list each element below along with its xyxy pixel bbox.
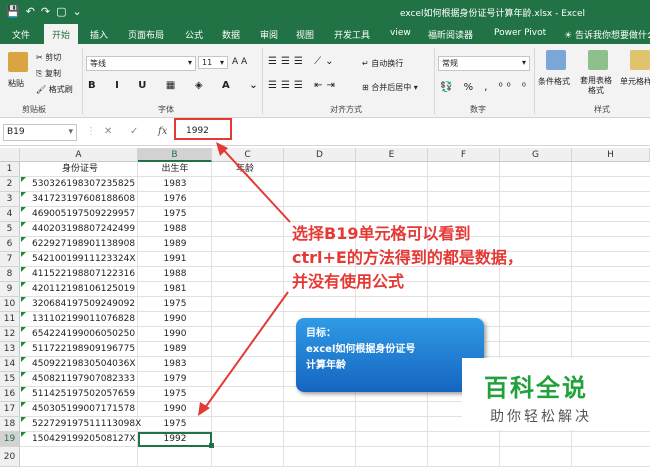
watermark-main: 百科全说 [484,374,588,402]
watermark-sub: 助你轻松解决 [490,409,592,425]
annotation-text: 选择B19单元格可以看到 ctrl+E的方法得到的都是数据， 并没有使用公式 [292,224,523,291]
arrow-to-cell-b19 [201,291,289,413]
watermark: 百科全说 助你轻松解决 [462,358,650,430]
goal-box: 目标： excel如何根据身份证号 计算年龄 [296,318,484,392]
arrow-to-formula-bar [219,145,291,223]
